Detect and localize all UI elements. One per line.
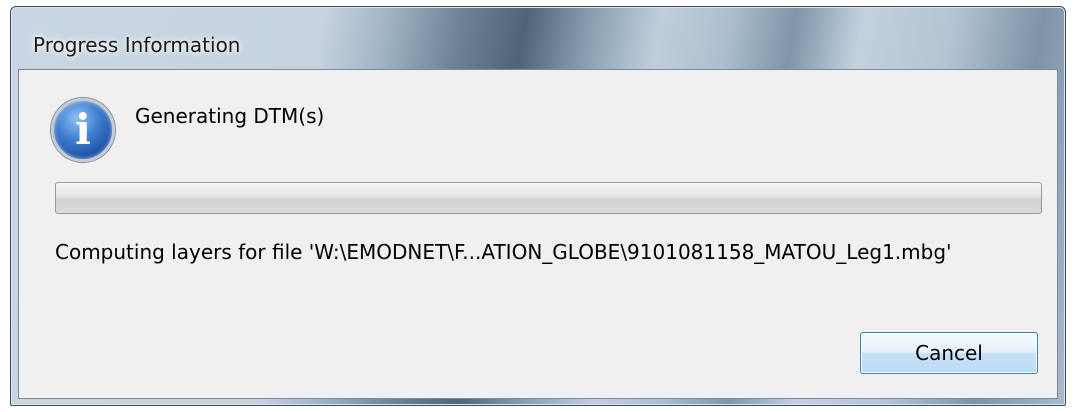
title-bar[interactable]: Progress Information: [11, 7, 1065, 69]
window-title: Progress Information: [33, 33, 241, 57]
info-icon: i: [51, 98, 115, 162]
sub-task-label: Computing layers for file 'W:\EMODNET\F.…: [55, 240, 952, 264]
progress-bar: [55, 182, 1042, 214]
cancel-button[interactable]: Cancel: [860, 332, 1038, 374]
info-icon-glyph: i: [75, 105, 91, 154]
task-name-label: Generating DTM(s): [135, 104, 325, 128]
dialog-content: i Generating DTM(s) Computing layers for…: [18, 69, 1058, 399]
progress-dialog-window: Progress Information i Generating DTM(s)…: [10, 6, 1066, 406]
